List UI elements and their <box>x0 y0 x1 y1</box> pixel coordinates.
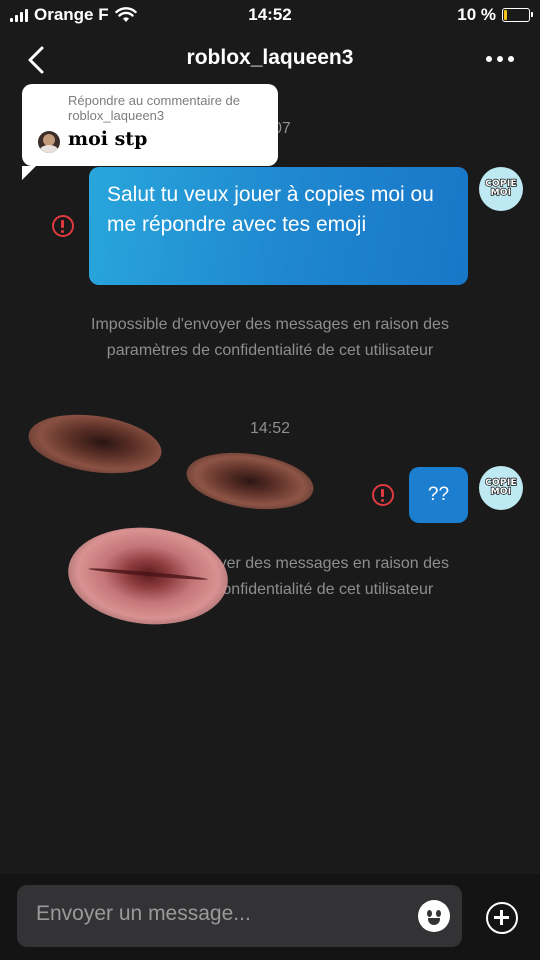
chat-screen: Orange F 14:52 10 % roblox_laqueen3 07 R… <box>0 0 540 960</box>
avatar[interactable]: COPIE MOI <box>479 466 523 510</box>
comment-avatar <box>38 131 60 153</box>
error-icon[interactable] <box>372 484 394 506</box>
battery-percent: 10 % <box>457 5 496 24</box>
message-composer: Envoyer un message... <box>0 874 540 960</box>
eye-sticker <box>24 406 166 482</box>
emoji-icon <box>427 910 432 917</box>
reply-comment-card[interactable]: Répondre au commentaire de roblox_laquee… <box>22 84 278 180</box>
chat-header: roblox_laqueen3 <box>0 36 540 84</box>
status-right: 10 % <box>457 5 533 25</box>
avatar-text-line: MOI <box>490 487 512 497</box>
message-bubble[interactable]: ?? <box>409 467 468 523</box>
battery-icon <box>502 8 533 22</box>
more-options-button[interactable] <box>480 44 520 74</box>
avatar[interactable]: COPIE MOI <box>479 167 523 211</box>
system-message: Impossible d'envoyer des messages en rai… <box>91 316 449 359</box>
battery-level <box>504 10 507 20</box>
eye-sticker <box>182 445 318 517</box>
more-horizontal-icon <box>486 56 492 62</box>
message-input[interactable]: Envoyer un message... <box>17 885 462 947</box>
error-icon[interactable] <box>52 215 74 237</box>
message-bubble[interactable]: Salut tu veux jouer à copies moi ou me r… <box>89 167 468 285</box>
emoji-button[interactable] <box>418 900 450 932</box>
input-placeholder: Envoyer un message... <box>36 902 251 925</box>
reply-comment-text: moi stp <box>68 128 148 150</box>
status-bar: Orange F 14:52 10 % <box>0 0 540 32</box>
chat-title[interactable]: roblox_laqueen3 <box>0 46 540 70</box>
avatar-text-line: MOI <box>490 188 512 198</box>
lips-sticker <box>64 521 232 631</box>
add-button[interactable] <box>486 902 518 934</box>
reply-heading: Répondre au commentaire de roblox_laquee… <box>68 93 240 123</box>
